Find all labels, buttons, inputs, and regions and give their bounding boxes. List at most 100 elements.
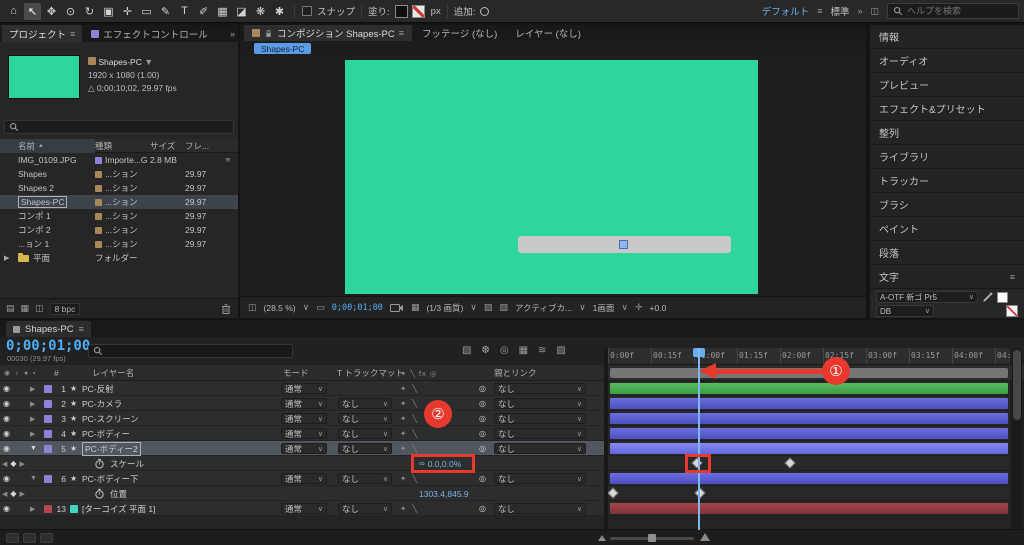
layer-track-13[interactable]: [608, 501, 1010, 516]
selection-tool[interactable]: ↖: [24, 3, 41, 20]
expand-inout-toggle[interactable]: [40, 533, 53, 543]
layer-switches[interactable]: ✦ ╲: [400, 396, 419, 411]
label-color-chip[interactable]: [44, 385, 52, 393]
dropdown-icon[interactable]: ∨: [621, 302, 628, 313]
brush-tool[interactable]: ✐: [195, 3, 212, 20]
column-size[interactable]: サイズ: [150, 140, 185, 152]
composition-canvas[interactable]: [345, 60, 758, 294]
panel-tracker[interactable]: トラッカー: [870, 169, 1024, 193]
eyedropper-icon[interactable]: [982, 292, 993, 303]
eye-icon[interactable]: ◉: [3, 471, 10, 486]
twirl-icon[interactable]: ▼: [30, 471, 37, 486]
blend-mode-dropdown[interactable]: 通常∨: [281, 398, 327, 409]
draft-3d-icon[interactable]: ❆: [481, 345, 489, 356]
label-color-chip[interactable]: [95, 227, 102, 234]
comp-flyout-icon[interactable]: ▼: [144, 57, 153, 67]
blend-mode-dropdown[interactable]: 通常∨: [281, 503, 327, 514]
camera-tool[interactable]: ▣: [100, 3, 117, 20]
label-color-chip[interactable]: [44, 445, 52, 453]
trkmat-dropdown[interactable]: なし∨: [338, 443, 392, 454]
layer-row-3[interactable]: ◉ ▶ 3 ★ PC-スクリーン 通常∨ なし∨ ✦ ╲ ◎ なし∨: [0, 411, 604, 426]
type-tool[interactable]: T: [176, 3, 193, 20]
layer-name[interactable]: PC-ボディー2: [82, 442, 141, 456]
parent-dropdown[interactable]: なし∨: [494, 443, 586, 454]
layer-switches[interactable]: ✦ ╲: [400, 471, 419, 486]
panel-paragraph[interactable]: 段落: [870, 241, 1024, 265]
camera-view-dropdown[interactable]: アクティブカ...: [515, 302, 572, 314]
trkmat-dropdown[interactable]: なし∨: [338, 473, 392, 484]
label-color-chip[interactable]: [95, 185, 102, 192]
layer-row-13[interactable]: ◉ ▶ 13 [ターコイズ 平面 1] 通常∨ なし∨ ✦ ╲ ◎ なし∨: [0, 501, 604, 516]
shape-tool[interactable]: ▭: [138, 3, 155, 20]
scrollbar-thumb[interactable]: [1013, 350, 1021, 420]
property-row-position[interactable]: ◀ ◆ ▶ 位置 1303.4,845.9: [0, 486, 604, 501]
tab-composition[interactable]: コンポジション Shapes-PC ≡: [244, 25, 412, 41]
parent-dropdown[interactable]: なし∨: [494, 428, 586, 439]
tab-project[interactable]: プロジェクト ≡: [2, 25, 82, 42]
eye-icon[interactable]: ◉: [3, 441, 10, 456]
comp-breadcrumb[interactable]: Shapes-PC: [254, 43, 311, 54]
twirl-icon[interactable]: ▼: [30, 441, 37, 456]
zoom-in-icon[interactable]: [700, 533, 710, 541]
zoom-out-icon[interactable]: [598, 535, 606, 541]
panel-audio[interactable]: オーディオ: [870, 49, 1024, 73]
layer-row-4[interactable]: ◉ ▶ 4 ★ PC-ボディー 通常∨ なし∨ ✦ ╲ ◎ なし∨: [0, 426, 604, 441]
help-search-input[interactable]: [907, 6, 1013, 16]
label-color-chip[interactable]: [95, 157, 102, 164]
text-stroke-none-swatch[interactable]: [1006, 305, 1018, 317]
snap-checkbox[interactable]: [302, 6, 312, 16]
layer-row-6[interactable]: ◉ ▼ 6 ★ PC-ボディー下 通常∨ なし∨ ✦ ╲ ◎ なし∨: [0, 471, 604, 486]
layer-name[interactable]: PC-反射: [82, 381, 114, 396]
text-fill-swatch[interactable]: [997, 292, 1008, 303]
twirl-icon[interactable]: ▶: [30, 426, 35, 441]
expand-transfer-controls-toggle[interactable]: [23, 533, 36, 543]
layer-duration-bar[interactable]: [610, 473, 1008, 484]
parent-dropdown[interactable]: なし∨: [494, 413, 586, 424]
pickwhip-icon[interactable]: ◎: [479, 471, 486, 486]
twirl-icon[interactable]: ▶: [30, 501, 35, 516]
layer-duration-bar[interactable]: [610, 428, 1008, 439]
label-color-chip[interactable]: [95, 241, 102, 248]
column-fps[interactable]: フレ...: [185, 140, 225, 152]
layer-name[interactable]: [ターコイズ 平面 1]: [82, 501, 155, 516]
font-family-dropdown[interactable]: A-OTF 新ゴ Pr5 ∨: [876, 291, 978, 303]
project-row[interactable]: コンポ 2 ...ション 29.97: [0, 223, 238, 237]
project-row[interactable]: Shapes 2 ...ション 29.97: [0, 181, 238, 195]
zoom-level-dropdown[interactable]: (28.5 %): [264, 303, 296, 313]
twirl-icon[interactable]: ▶: [4, 254, 9, 262]
layer-switches[interactable]: ✦ ╲: [400, 426, 419, 441]
eye-icon[interactable]: ◉: [3, 411, 10, 426]
panel-brushes[interactable]: ブラシ: [870, 193, 1024, 217]
pickwhip-icon[interactable]: ◎: [479, 441, 486, 456]
panel-menu-icon[interactable]: ≡: [70, 29, 75, 39]
layer-duration-bar[interactable]: [610, 503, 1008, 514]
blend-mode-dropdown[interactable]: 通常∨: [281, 473, 327, 484]
pen-tool[interactable]: ✎: [157, 3, 174, 20]
project-row[interactable]: IMG_0109.JPG Importe...G 2.8 MB ≋: [0, 153, 238, 167]
next-keyframe-icon[interactable]: ▶: [20, 490, 25, 498]
label-color-chip[interactable]: [44, 400, 52, 408]
label-color-chip[interactable]: [95, 199, 102, 206]
twirl-icon[interactable]: ▶: [30, 411, 35, 426]
column-name[interactable]: 名前▲: [0, 139, 95, 153]
panel-libraries[interactable]: ライブラリ: [870, 145, 1024, 169]
view-layout-dropdown[interactable]: 1画面: [593, 302, 615, 314]
blend-mode-dropdown[interactable]: 通常∨: [281, 413, 327, 424]
parent-dropdown[interactable]: なし∨: [494, 398, 586, 409]
tab-effect-controls[interactable]: エフェクトコントロール: [84, 25, 215, 42]
frame-blending-icon[interactable]: ▦: [519, 345, 528, 356]
eye-icon[interactable]: ◉: [3, 426, 10, 441]
trkmat-dropdown[interactable]: なし∨: [338, 398, 392, 409]
eye-icon[interactable]: ◉: [3, 501, 10, 516]
trkmat-dropdown[interactable]: なし∨: [338, 503, 392, 514]
twirl-icon[interactable]: ▶: [30, 396, 35, 411]
property-name-position[interactable]: 位置: [110, 486, 127, 501]
layer-track-2[interactable]: [608, 396, 1010, 411]
workspace-overflow-icon[interactable]: ◫: [870, 6, 879, 17]
blend-mode-dropdown[interactable]: 通常∨: [281, 383, 327, 394]
parent-dropdown[interactable]: なし∨: [494, 473, 586, 484]
label-color-chip[interactable]: [44, 415, 52, 423]
layer-track-4[interactable]: [608, 426, 1010, 441]
more-tabs-icon[interactable]: »: [230, 29, 235, 39]
expand-layer-switches-toggle[interactable]: [6, 533, 19, 543]
